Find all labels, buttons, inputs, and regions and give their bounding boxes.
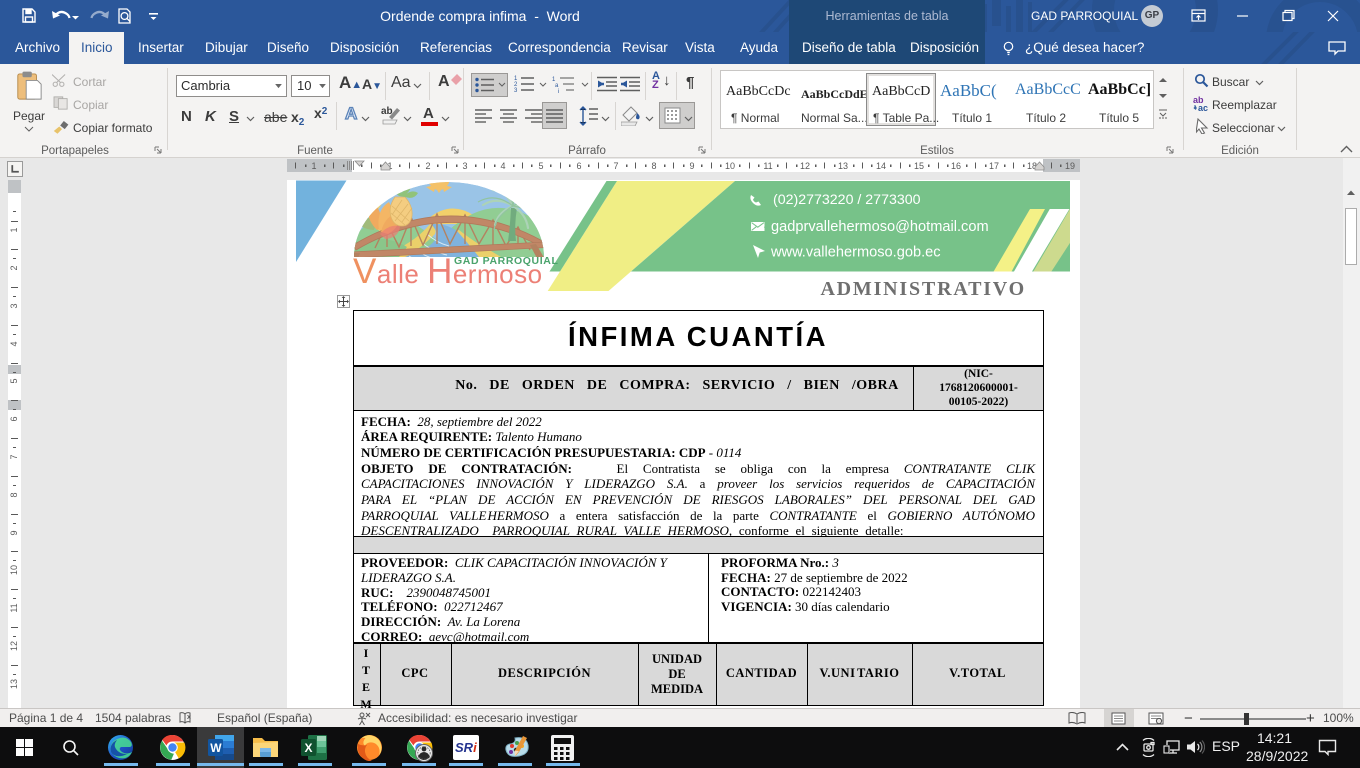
svg-text:www.vallehermoso.gob.ec: www.vallehermoso.gob.ec — [770, 245, 941, 261]
svg-text:13: 13 — [838, 161, 848, 171]
svg-text:14: 14 — [876, 161, 886, 171]
svg-text:12: 12 — [800, 161, 810, 171]
svg-text:gadprvallehermoso@hotmail.com: gadprvallehermoso@hotmail.com — [771, 219, 989, 235]
svg-text:10: 10 — [725, 161, 735, 171]
svg-text:12: 12 — [9, 641, 19, 651]
svg-text:5: 5 — [538, 161, 543, 171]
svg-text:9: 9 — [689, 161, 694, 171]
svg-text:ac: ac — [1198, 103, 1208, 112]
svg-text:4: 4 — [9, 341, 19, 346]
svg-text:2: 2 — [425, 161, 430, 171]
svg-text:W: W — [210, 741, 222, 755]
svg-text:11: 11 — [9, 603, 19, 612]
svg-text:15: 15 — [914, 161, 924, 171]
svg-text:x: x — [187, 714, 191, 721]
svg-text:X: X — [305, 741, 313, 755]
svg-text:11: 11 — [763, 161, 772, 171]
svg-text:6: 6 — [576, 161, 581, 171]
svg-text:8: 8 — [9, 492, 19, 497]
svg-text:i: i — [558, 89, 559, 93]
svg-text:2: 2 — [9, 265, 19, 270]
svg-text:3: 3 — [514, 88, 518, 93]
svg-text:19: 19 — [1065, 161, 1075, 171]
svg-text:17: 17 — [989, 161, 999, 171]
svg-text:4: 4 — [500, 161, 505, 171]
svg-text:9: 9 — [9, 530, 19, 535]
svg-text:3: 3 — [462, 161, 467, 171]
svg-text:3: 3 — [9, 303, 19, 308]
svg-text:8: 8 — [651, 161, 656, 171]
svg-text:10: 10 — [9, 565, 19, 575]
svg-text:1: 1 — [311, 161, 316, 171]
svg-text:1: 1 — [9, 227, 19, 232]
svg-text:7: 7 — [9, 454, 19, 459]
svg-text:5: 5 — [9, 378, 19, 383]
svg-text:16: 16 — [951, 161, 961, 171]
svg-text:(02)2773220 / 2773300: (02)2773220 / 2773300 — [773, 192, 921, 208]
svg-text:13: 13 — [9, 679, 19, 689]
svg-text:7: 7 — [613, 161, 618, 171]
svg-text:6: 6 — [9, 416, 19, 421]
